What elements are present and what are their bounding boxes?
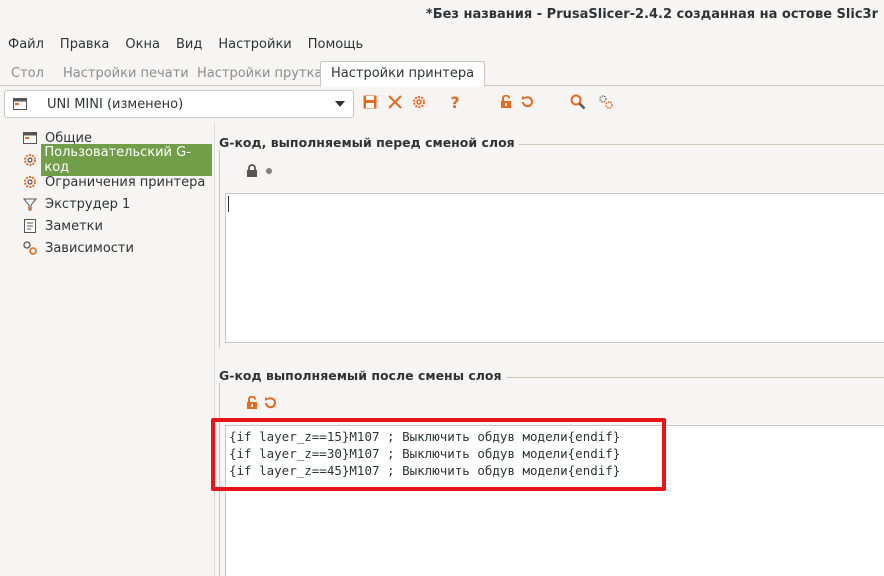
- group-title: G-код, выполняемый перед сменой слоя: [219, 135, 519, 150]
- preset-value: UNI MINI (изменено): [47, 97, 184, 112]
- extruder-icon: [22, 196, 38, 212]
- gcode-icon: [22, 152, 37, 168]
- title-bar: *Без названия - PrusaSlicer-2.4.2 создан…: [0, 0, 884, 32]
- sidebar-item-notes[interactable]: Заметки: [22, 216, 106, 236]
- notes-icon: [22, 218, 38, 234]
- dot-icon: [261, 163, 277, 179]
- menu-bar: Файл Правка Окна Вид Настройки Помощь: [0, 34, 371, 56]
- tab-printer-settings[interactable]: Настройки принтера: [320, 61, 486, 87]
- sidebar-divider: [214, 122, 215, 576]
- tab-plater[interactable]: Стол: [1, 62, 54, 86]
- sidebar-item-label: Ограничения принтера: [45, 174, 206, 190]
- limits-icon: [22, 174, 38, 190]
- unlock-icon[interactable]: [498, 94, 514, 110]
- menu-view[interactable]: Вид: [168, 34, 210, 56]
- text-caret: [228, 196, 229, 212]
- sidebar-item-label: Зависимости: [45, 240, 134, 256]
- dependencies-icon: [22, 240, 38, 256]
- settings-page-tree: Общие Пользовательский G-код Ограничения…: [0, 126, 212, 576]
- search-icon[interactable]: [570, 94, 586, 110]
- sidebar-item-custom-gcode[interactable]: Пользовательский G-код: [22, 144, 212, 176]
- sidebar-item-label: Заметки: [45, 218, 103, 234]
- sidebar-item-label: Экструдер 1: [45, 196, 131, 212]
- undo-icon[interactable]: [519, 94, 535, 110]
- sidebar-item-dependencies[interactable]: Зависимости: [22, 238, 137, 258]
- printer-preset-combo[interactable]: UNI MINI (изменено): [4, 90, 354, 118]
- before-layer-change-editor[interactable]: [225, 193, 884, 343]
- menu-file[interactable]: Файл: [0, 34, 52, 56]
- before-layer-change-code: [226, 194, 884, 198]
- sidebar-item-machine-limits[interactable]: Ограничения принтера: [22, 172, 208, 192]
- window-title: *Без названия - PrusaSlicer-2.4.2 создан…: [425, 7, 878, 22]
- unlock-icon[interactable]: [244, 395, 260, 411]
- main-tabs: Стол Настройки печати Настройки прутка Н…: [0, 60, 884, 87]
- settings-icon[interactable]: [598, 94, 614, 110]
- compare-icon[interactable]: [411, 94, 427, 110]
- group-title: G-код выполняемый после смены слоя: [219, 368, 506, 383]
- highlight-box: [211, 418, 666, 491]
- delete-icon[interactable]: [387, 94, 403, 110]
- menu-edit[interactable]: Правка: [52, 34, 117, 56]
- menu-configuration[interactable]: Настройки: [210, 34, 299, 56]
- help-icon[interactable]: ?: [447, 93, 463, 112]
- tab-print-settings[interactable]: Настройки печати: [53, 62, 199, 86]
- save-icon[interactable]: [362, 94, 378, 110]
- sidebar-item-extruder-1[interactable]: Экструдер 1: [22, 194, 133, 214]
- menu-window[interactable]: Окна: [117, 34, 168, 56]
- preset-toolbar: UNI MINI (изменено) ?: [0, 88, 884, 120]
- printer-icon: [13, 98, 27, 114]
- general-icon: [22, 130, 38, 146]
- menu-help[interactable]: Помощь: [300, 34, 371, 56]
- undo-icon[interactable]: [262, 395, 278, 411]
- chevron-down-icon: [335, 101, 345, 107]
- lock-icon[interactable]: [244, 163, 260, 179]
- tab-filament-settings[interactable]: Настройки прутка: [187, 62, 332, 86]
